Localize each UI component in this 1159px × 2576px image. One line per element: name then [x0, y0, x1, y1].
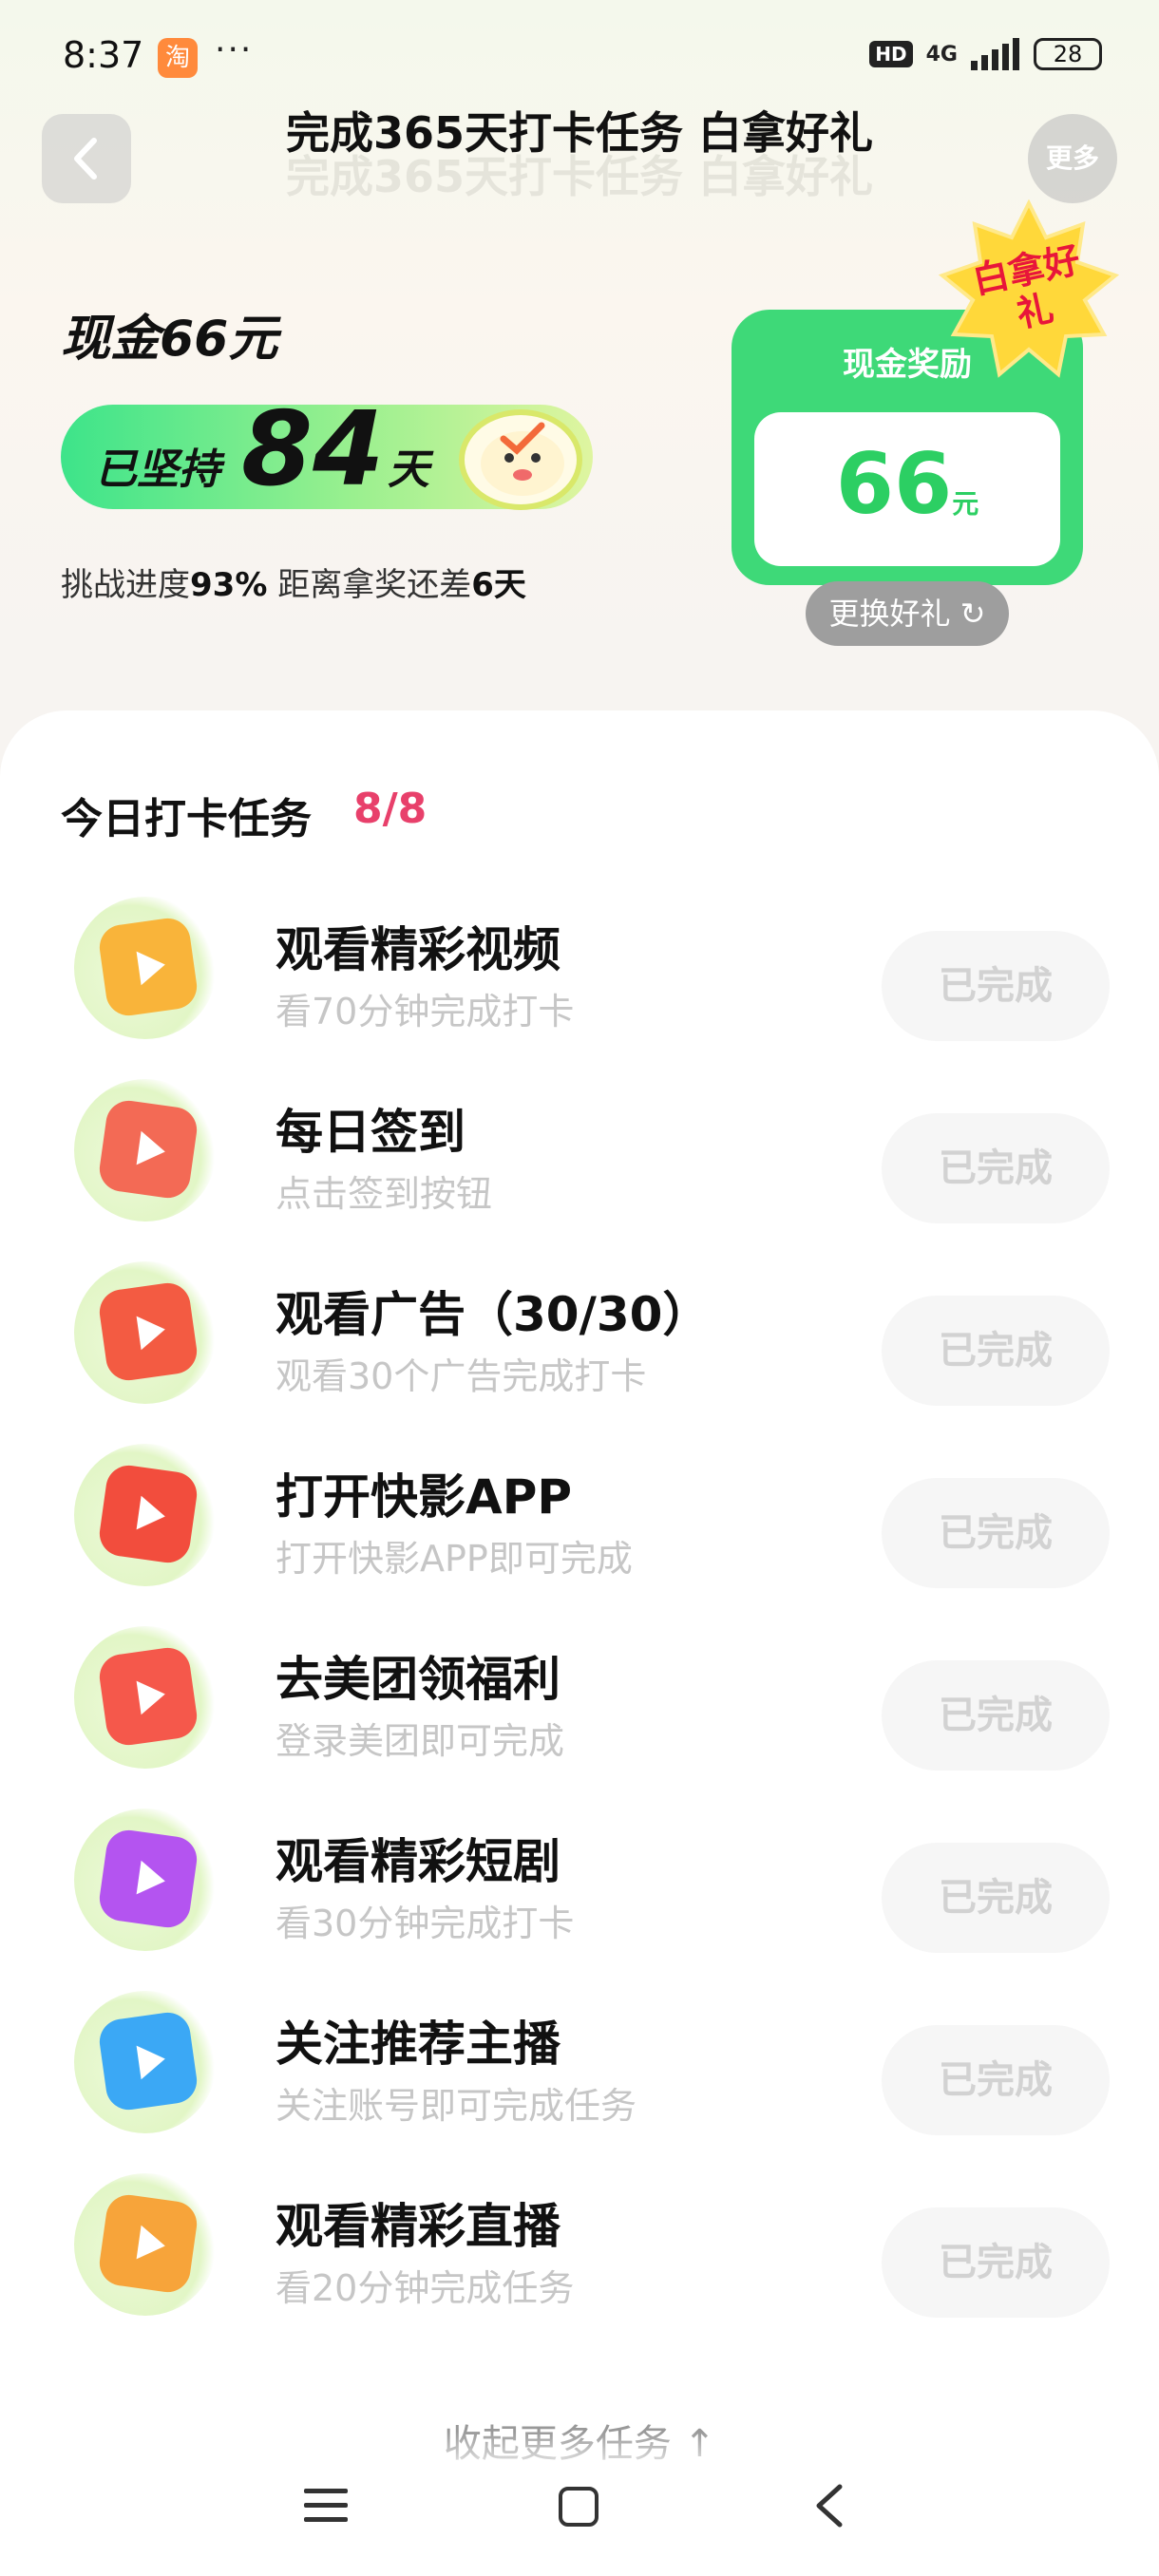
task-description: 观看30个广告完成打卡	[276, 1355, 647, 1397]
fade-overlay	[0, 2432, 1159, 2489]
task-name: 观看精彩短剧	[276, 1834, 560, 1889]
phone-play-icon	[74, 1626, 217, 1769]
live-camera-icon	[74, 2173, 217, 2316]
task-row: 观看广告（30/30） 观看30个广告完成打卡 已完成	[0, 1252, 1159, 1434]
task-completed-button[interactable]: 已完成	[882, 1843, 1110, 1953]
home-icon[interactable]	[559, 2487, 598, 2527]
network-label: 4G	[925, 42, 958, 66]
ad-play-icon	[74, 1261, 217, 1404]
taobao-app-icon: 淘	[158, 38, 198, 78]
task-description: 关注账号即可完成任务	[276, 2085, 637, 2127]
task-section-title: 今日打卡任务	[61, 795, 312, 843]
task-row: 去美团领福利登录美团即可完成 已完成	[0, 1617, 1159, 1799]
task-name: 去美团领福利	[276, 1652, 560, 1707]
remaining-prefix: 距离拿奖还差	[267, 566, 472, 604]
signal-icon	[971, 38, 1019, 70]
streak-prefix: 已坚持	[95, 445, 220, 494]
menu-icon[interactable]	[304, 2487, 348, 2525]
task-count: 8/8	[353, 785, 428, 833]
task-icon-glyph	[96, 2191, 200, 2296]
status-indicators: HD 4G 28	[869, 38, 1102, 70]
task-row: 每日签到点击签到按钮 已完成	[0, 1070, 1159, 1252]
tv-play-icon	[74, 1809, 217, 1951]
hd-badge: HD	[869, 41, 913, 67]
task-icon-glyph	[96, 1097, 200, 1202]
task-name: 观看精彩直播	[276, 2199, 560, 2254]
page-title: 完成365天打卡任务 白拿好礼	[285, 107, 874, 159]
task-row: 观看精彩短剧看30分钟完成打卡 已完成	[0, 1799, 1159, 1981]
task-description: 看30分钟完成打卡	[276, 1903, 575, 1944]
task-description: 看70分钟完成打卡	[276, 991, 575, 1032]
task-completed-button[interactable]: 已完成	[882, 1113, 1110, 1223]
task-row: 观看精彩视频看70分钟完成打卡 已完成	[0, 887, 1159, 1070]
task-icon-glyph	[96, 2009, 200, 2113]
task-description: 打开快影APP即可完成	[276, 1538, 633, 1580]
task-name: 关注推荐主播	[276, 2017, 560, 2072]
task-icon-glyph	[96, 1644, 200, 1749]
status-time: 8:37	[63, 34, 144, 76]
mascot-icon	[459, 409, 582, 510]
task-description: 点击签到按钮	[276, 1173, 493, 1215]
progress-prefix: 挑战进度	[61, 566, 190, 604]
reward-amount: 66元	[754, 435, 1060, 533]
task-name: 观看广告（30/30）	[276, 1287, 711, 1342]
back-icon[interactable]	[813, 2483, 846, 2529]
streak-suffix: 天	[388, 445, 429, 494]
reward-unit: 元	[952, 488, 979, 520]
task-completed-button[interactable]: 已完成	[882, 2207, 1110, 2318]
task-icon-glyph	[96, 1462, 200, 1566]
task-icon-glyph	[96, 915, 200, 1019]
task-row: 关注推荐主播关注账号即可完成任务 已完成	[0, 1981, 1159, 2164]
task-icon-glyph	[96, 1827, 200, 1931]
task-description: 看20分钟完成任务	[276, 2267, 575, 2309]
progress-value: 93%	[190, 566, 268, 604]
task-completed-button[interactable]: 已完成	[882, 2025, 1110, 2135]
task-completed-button[interactable]: 已完成	[882, 1296, 1110, 1406]
more-button[interactable]: 更多	[1028, 114, 1117, 203]
calendar-check-icon	[74, 1079, 217, 1222]
cash-prize-title: 现金66元	[61, 311, 278, 368]
progress-text: 挑战进度93% 距离拿奖还差6天	[61, 559, 526, 605]
reward-amount-value: 66	[835, 435, 953, 533]
change-gift-button[interactable]: 更换好礼 ↻	[806, 581, 1009, 646]
battery-icon: 28	[1034, 38, 1102, 70]
task-row: 观看精彩直播看20分钟完成任务 已完成	[0, 2164, 1159, 2346]
task-completed-button[interactable]: 已完成	[882, 931, 1110, 1041]
task-name: 观看精彩视频	[276, 922, 560, 977]
task-description: 登录美团即可完成	[276, 1720, 565, 1762]
kuaiying-camera-icon	[74, 1444, 217, 1586]
video-play-icon	[74, 897, 217, 1039]
follow-user-icon	[74, 1991, 217, 2133]
task-completed-button[interactable]: 已完成	[882, 1478, 1110, 1588]
status-more-dots: ···	[215, 30, 254, 69]
task-name: 打开快影APP	[276, 1469, 572, 1525]
task-name: 每日签到	[276, 1105, 466, 1160]
task-completed-button[interactable]: 已完成	[882, 1660, 1110, 1771]
remaining-value: 6天	[471, 566, 526, 604]
task-row: 打开快影APP 打开快影APP即可完成 已完成	[0, 1434, 1159, 1617]
streak-days: 84	[241, 390, 385, 509]
task-icon-glyph	[96, 1279, 200, 1384]
